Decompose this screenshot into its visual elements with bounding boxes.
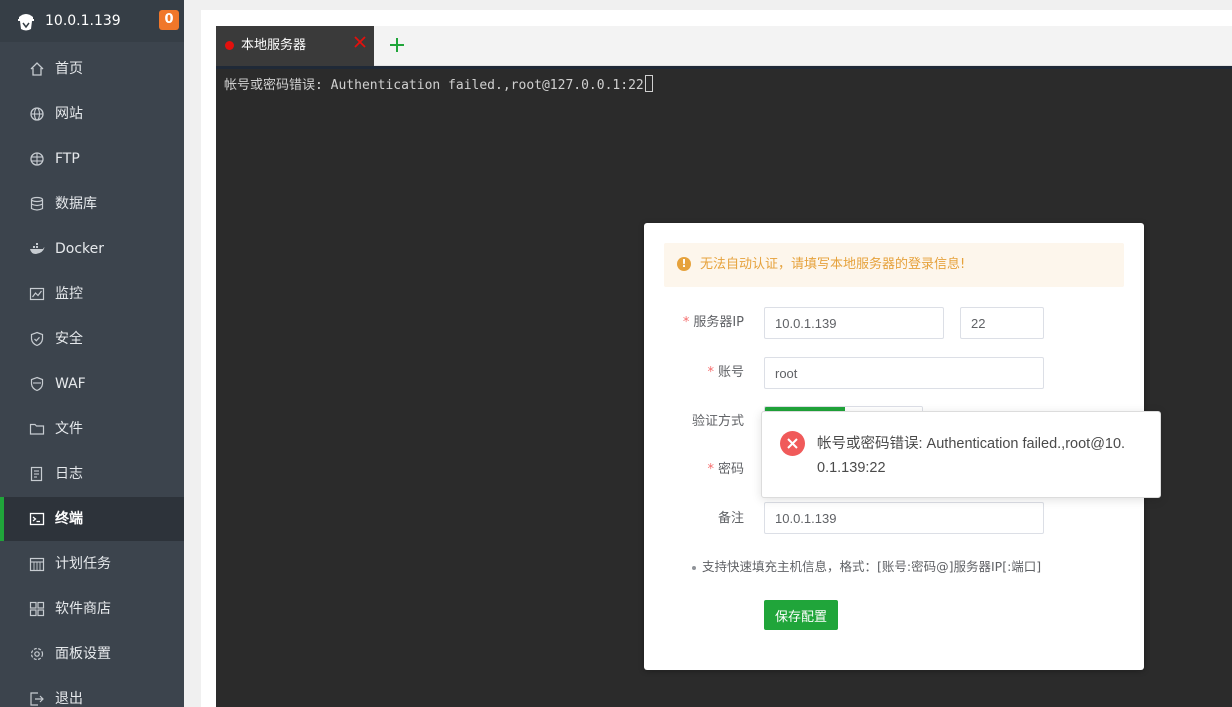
app-grid-icon [29,601,45,617]
sidebar-item-security[interactable]: 安全 [0,317,184,361]
sidebar-item-terminal[interactable]: 终端 [0,497,184,541]
account-input[interactable] [764,357,1044,389]
sidebar-header: 10.0.1.139 0 [0,0,184,42]
folder-icon [29,421,45,437]
port-input[interactable] [960,307,1044,339]
account-label: * 账号 [707,365,744,380]
sidebar-item-docker[interactable]: Docker [0,227,184,271]
logout-icon [29,691,45,707]
sidebar: 10.0.1.139 0 首页 网站 FTP 数据库 Docker 监控 安全 … [0,0,184,707]
add-tab-icon[interactable] [388,36,406,54]
tab-local-server[interactable]: 本地服务器 [216,26,374,66]
auth-method-label: 验证方式 [691,414,744,429]
sidebar-item-ftp[interactable]: FTP [0,137,184,181]
server-ip-input[interactable] [764,307,944,339]
tab-label: 本地服务器 [241,38,307,53]
close-icon[interactable] [352,34,368,50]
sidebar-item-files[interactable]: 文件 [0,407,184,451]
server-host: 10.0.1.139 [45,13,121,29]
sidebar-item-database[interactable]: 数据库 [0,182,184,226]
quick-fill-hint: 支持快速填充主机信息，格式：[账号:密码@]服务器IP[:端口] [692,557,1041,577]
terminal-cursor [644,75,653,92]
sidebar-item-home[interactable]: 首页 [0,47,184,91]
sidebar-item-monitor[interactable]: 监控 [0,272,184,316]
logo-icon [18,14,34,31]
sidebar-item-logout[interactable]: 退出 [0,677,184,707]
shield-icon [29,331,45,347]
sidebar-item-logs[interactable]: 日志 [0,452,184,496]
docker-icon [29,241,45,257]
error-icon [780,431,805,456]
sidebar-item-app-store[interactable]: 软件商店 [0,587,184,631]
log-document-icon [29,466,45,482]
terminal-icon [29,511,45,527]
gear-icon [29,646,45,662]
database-icon [29,196,45,212]
warning-icon: ! [677,257,691,271]
terminal-output-line: 帐号或密码错误: Authentication failed.,root@127… [224,75,653,96]
save-config-button[interactable]: 保存配置 [764,600,838,630]
remark-input[interactable] [764,502,1044,534]
sidebar-item-panel-settings[interactable]: 面板设置 [0,632,184,676]
sidebar-item-website[interactable]: 网站 [0,92,184,136]
sidebar-item-cron[interactable]: 计划任务 [0,542,184,586]
notification-badge[interactable]: 0 [159,10,179,30]
remark-label: 备注 [717,511,744,526]
home-icon [29,61,45,77]
warning-text: 无法自动认证，请填写本地服务器的登录信息! [700,257,966,272]
error-message: 帐号或密码错误: Authentication failed.,root@10.… [817,436,1126,476]
server-ip-label: * 服务器IP [682,315,744,330]
globe-icon [29,106,45,122]
password-label: * 密码 [707,462,744,477]
connection-status-dot [225,41,234,50]
warning-alert: ! 无法自动认证，请填写本地服务器的登录信息! [664,243,1124,287]
sidebar-item-waf[interactable]: WAF [0,362,184,406]
waf-shield-icon [29,376,45,392]
ftp-globe-icon [29,151,45,167]
monitor-chart-icon [29,286,45,302]
error-toast: 帐号或密码错误: Authentication failed.,root@10.… [761,411,1161,498]
calendar-icon [29,556,45,572]
